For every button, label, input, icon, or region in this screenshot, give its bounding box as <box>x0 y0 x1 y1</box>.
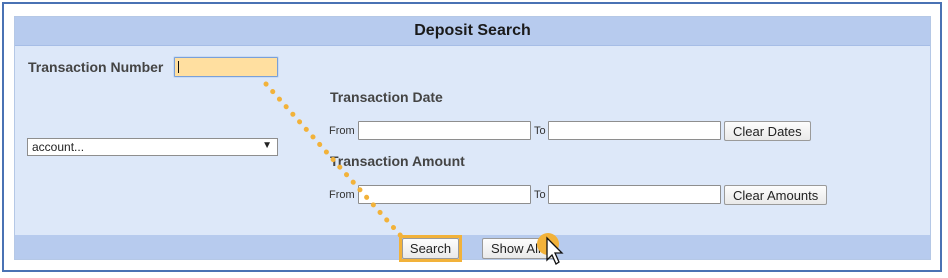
dropdown-arrow-icon: ▼ <box>262 140 272 151</box>
show-all-button[interactable]: Show All <box>482 238 554 259</box>
account-select[interactable]: account... ▼ <box>27 138 278 156</box>
transaction-amount-heading: Transaction Amount <box>330 153 465 169</box>
panel-header: Deposit Search <box>15 17 930 46</box>
panel-footer <box>15 235 930 259</box>
amount-from-label: From <box>329 189 355 201</box>
account-select-value: account... <box>32 140 85 154</box>
transaction-number-input[interactable] <box>174 57 278 77</box>
search-button[interactable]: Search <box>402 238 459 259</box>
amount-from-input[interactable] <box>358 185 531 204</box>
deposit-search-panel: Deposit Search Transaction Number accoun… <box>14 16 931 260</box>
amount-to-label: To <box>534 189 546 201</box>
transaction-date-heading: Transaction Date <box>330 89 443 105</box>
clear-dates-button[interactable]: Clear Dates <box>724 121 811 141</box>
date-to-label: To <box>534 125 546 137</box>
date-to-input[interactable] <box>548 121 721 140</box>
transaction-number-label: Transaction Number <box>28 59 164 75</box>
date-from-input[interactable] <box>358 121 531 140</box>
panel-title: Deposit Search <box>414 22 531 39</box>
clear-amounts-button[interactable]: Clear Amounts <box>724 185 828 205</box>
date-from-label: From <box>329 125 355 137</box>
text-caret <box>178 61 179 73</box>
amount-to-input[interactable] <box>548 185 721 204</box>
